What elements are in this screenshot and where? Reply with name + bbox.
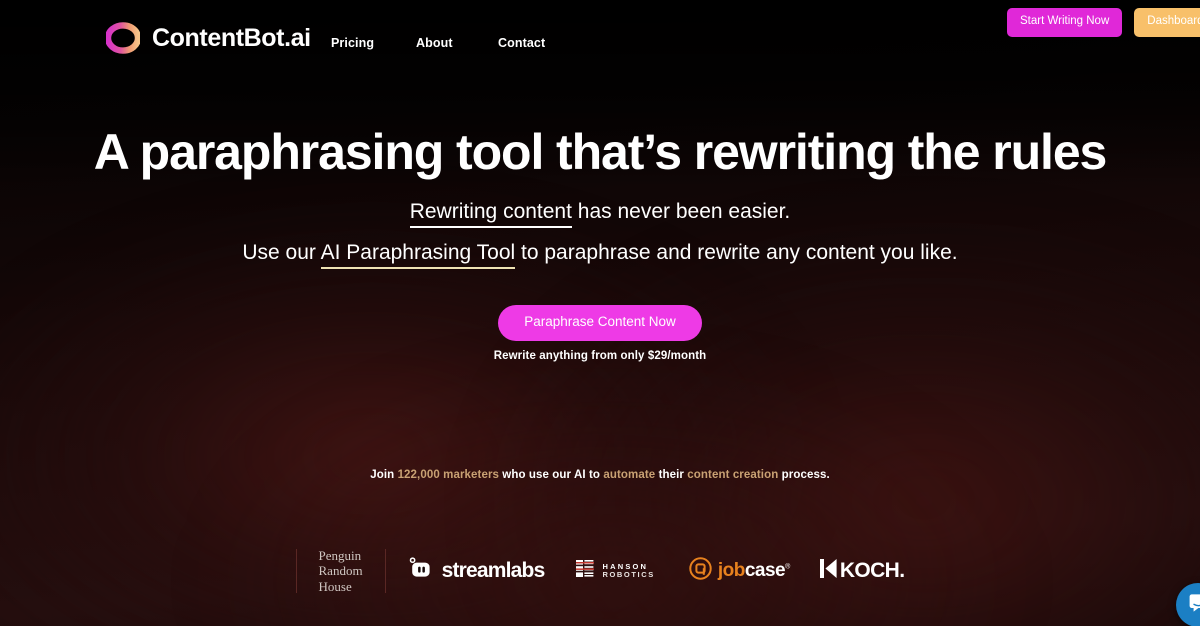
streamlabs-mascot-icon [408, 556, 433, 586]
hanson-grid-icon [576, 559, 595, 582]
hero-sub1-highlight: Rewriting content [409, 200, 572, 228]
client-logo-koch: KOCH. [790, 558, 905, 583]
client-logo-jobcase: jobcase® [655, 557, 790, 585]
social-proof-highlight-marketers: 122,000 marketers [397, 469, 500, 481]
hero-subheadline-1: Rewriting content has never been easier. [0, 199, 1200, 228]
social-proof-part-2: who use our AI to [499, 469, 604, 481]
nav-link-pricing[interactable]: Pricing [331, 36, 416, 50]
hero-sub2-highlight: AI Paraphrasing Tool [320, 241, 516, 269]
dashboard-login-button[interactable]: Dashboard Login [1134, 8, 1200, 37]
koch-mark-icon [819, 558, 837, 583]
social-proof-text: Join 122,000 marketers who use our AI to… [0, 469, 1200, 481]
client-logo-streamlabs: streamlabs [386, 556, 545, 586]
main-navigation: Pricing About Contact [331, 36, 545, 50]
hero-cta-wrapper: Paraphrase Content Now [0, 305, 1200, 341]
hero-subheadline-2: Use our AI Paraphrasing Tool to paraphra… [0, 240, 1200, 269]
brand-logo-link[interactable]: ContentBot.ai [106, 21, 311, 55]
client-logo-strip: Penguin Random House streamlabs HANSON R… [0, 548, 1200, 594]
prh-line-1: Penguin [318, 548, 362, 563]
streamlabs-wordmark: streamlabs [441, 559, 546, 583]
nav-link-about[interactable]: About [416, 36, 498, 50]
social-proof-highlight-content-creation: content creation [687, 469, 779, 481]
koch-period: . [899, 559, 905, 583]
cta-price-note: Rewrite anything from only $29/month [493, 350, 707, 362]
hanson-line-2: ROBOTICS [602, 569, 655, 579]
jobcase-word-case: case [744, 560, 786, 582]
hanson-wordmark: HANSON ROBOTICS [602, 562, 655, 580]
hero-headline: A paraphrasing tool that’s rewriting the… [93, 124, 1108, 180]
prh-line-3: House [318, 578, 352, 594]
client-logo-hanson-robotics: HANSON ROBOTICS [544, 559, 655, 582]
client-logo-penguin-random-house: Penguin Random House [297, 548, 385, 594]
header-actions: Start Writing Now Dashboard Login [1007, 8, 1200, 37]
prh-line-2: Random [318, 563, 363, 579]
chat-bubble-icon [1187, 591, 1200, 619]
hero-sub2-before: Use our [242, 241, 321, 264]
site-header: ContentBot.ai Pricing About Contact Star… [0, 0, 1200, 88]
jobcase-word-job: job [717, 560, 746, 582]
nav-link-contact[interactable]: Contact [498, 36, 545, 50]
contentbot-ring-logo-icon [106, 21, 140, 55]
jobcase-at-icon [689, 557, 712, 585]
social-proof-part-3: their [655, 469, 688, 481]
social-proof-highlight-automate: automate [603, 469, 656, 481]
social-proof-part-1: Join [370, 469, 398, 481]
paraphrase-content-now-button[interactable]: Paraphrase Content Now [498, 305, 702, 341]
brand-name: ContentBot.ai [152, 23, 311, 52]
koch-word-text: KOCH [839, 559, 900, 583]
koch-wordmark: KOCH. [840, 560, 905, 581]
hero-sub1-rest: has never been easier. [571, 200, 791, 223]
social-proof-part-4: process. [778, 469, 830, 481]
hero-sub2-after: to paraphrase and rewrite any content yo… [515, 241, 958, 264]
start-writing-now-button[interactable]: Start Writing Now [1007, 8, 1123, 37]
jobcase-wordmark: jobcase® [718, 561, 790, 580]
